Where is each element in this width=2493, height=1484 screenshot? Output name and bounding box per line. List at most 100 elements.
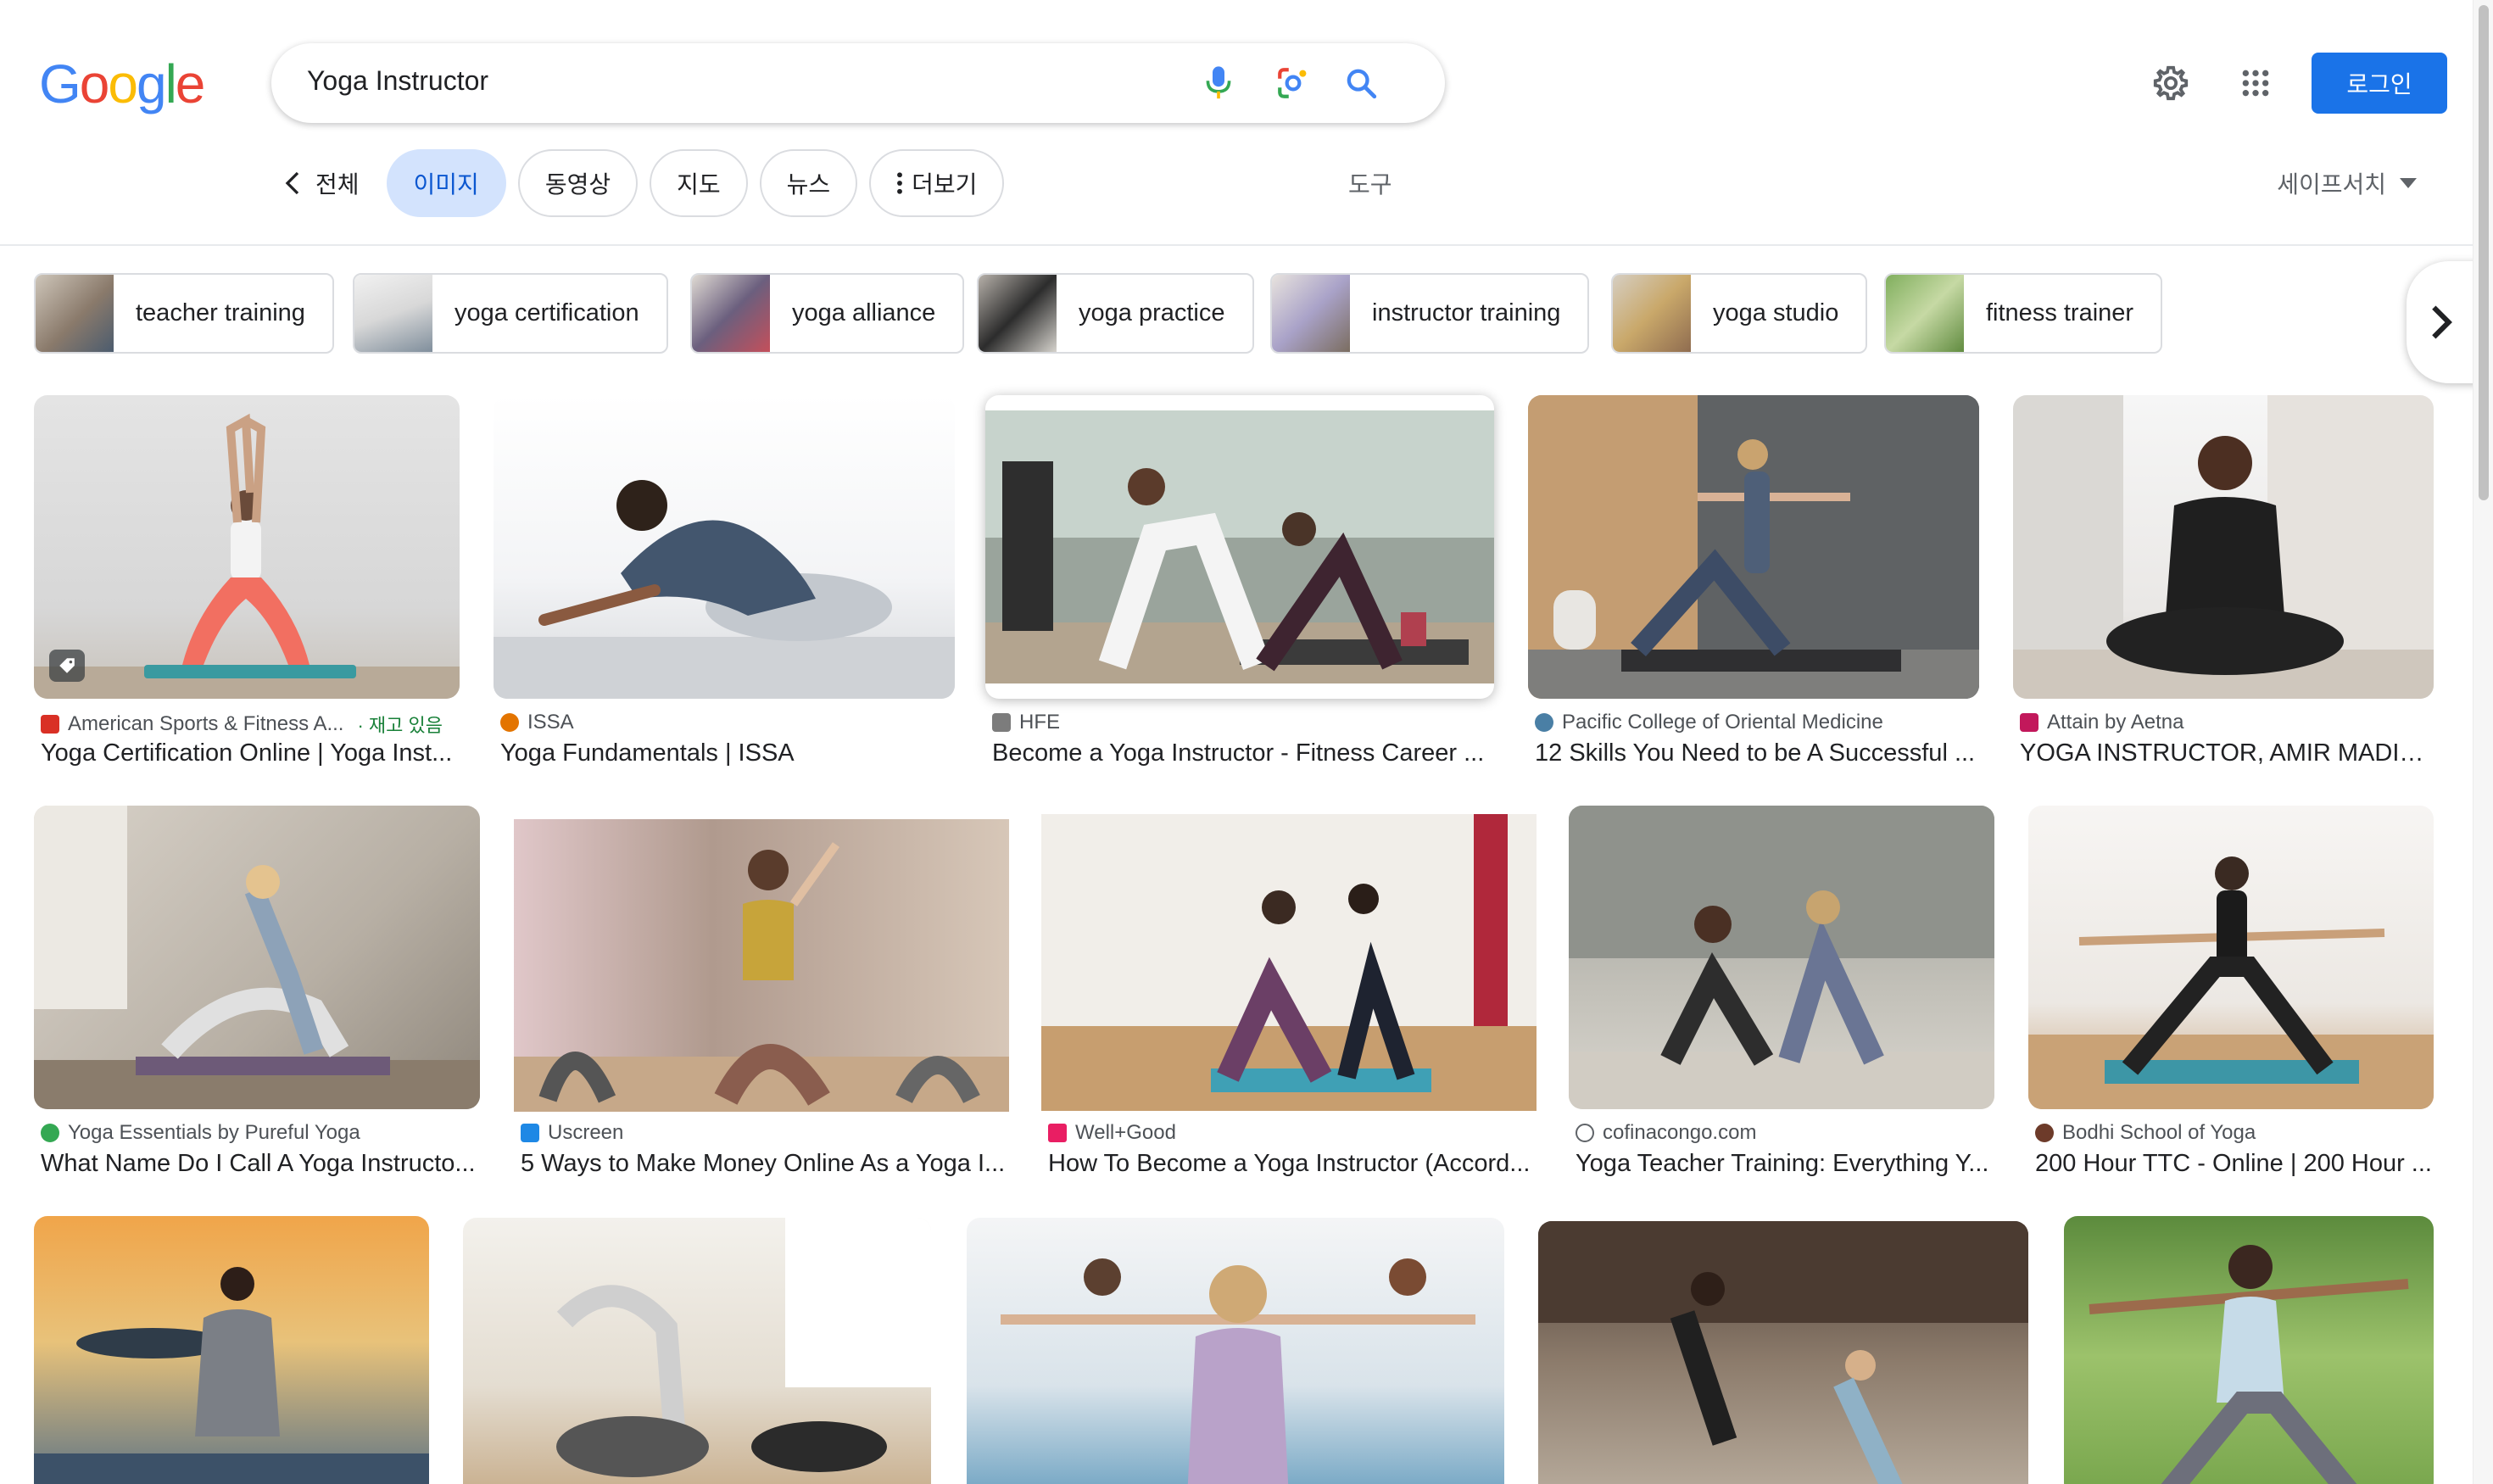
favicon-icon: [521, 1124, 539, 1142]
result-thumbnail[interactable]: [967, 1218, 1504, 1484]
result-title[interactable]: YOGA INSTRUCTOR, AMIR MADISO...: [2020, 739, 2435, 767]
result-source[interactable]: American Sports & Fitness A... · 재고 있음: [41, 711, 443, 738]
chip-fitness-trainer[interactable]: fitness trainer: [1884, 273, 2163, 354]
result-title[interactable]: Yoga Fundamentals | ISSA: [500, 739, 958, 767]
result-source[interactable]: ISSA: [500, 711, 574, 734]
scrollbar-thumb[interactable]: [2479, 5, 2489, 500]
result-thumbnail[interactable]: [1569, 806, 1994, 1109]
chip-instructor-training[interactable]: instructor training: [1270, 273, 1590, 354]
yoga-pose-illustration: [494, 480, 955, 699]
source-name: Bodhi School of Yoga: [2062, 1121, 2256, 1144]
chip-teacher-training[interactable]: teacher training: [34, 273, 334, 354]
tab-label: 더보기: [912, 171, 978, 198]
chip-thumbnail: [1613, 275, 1691, 352]
header-divider: [0, 244, 2473, 246]
tab-videos[interactable]: 동영상: [517, 149, 639, 217]
more-vert-icon: [897, 172, 903, 194]
result-thumbnail[interactable]: [2064, 1216, 2434, 1484]
source-name: Attain by Aetna: [2047, 711, 2184, 734]
search-input[interactable]: Yoga Instructor: [307, 65, 488, 97]
chip-thumbnail: [36, 275, 114, 352]
source-name: Pacific College of Oriental Medicine: [1562, 711, 1883, 734]
assisted-yoga-illustration: [34, 806, 480, 1109]
lens-icon[interactable]: [1272, 62, 1314, 104]
result-thumbnail[interactable]: [34, 1216, 429, 1484]
result-title[interactable]: Become a Yoga Instructor - Fitness Caree…: [992, 739, 1492, 767]
chip-label: yoga alliance: [792, 299, 936, 326]
favicon-icon: [41, 1124, 59, 1142]
chevron-right-icon: [2432, 305, 2452, 339]
mic-icon[interactable]: [1197, 62, 1240, 104]
result-thumbnail[interactable]: [985, 395, 1494, 699]
sunset-yoga-illustration: [34, 1267, 429, 1484]
result-thumbnail[interactable]: [34, 395, 460, 699]
source-name: Uscreen: [548, 1121, 624, 1144]
source-name: cofinacongo.com: [1603, 1121, 1757, 1144]
tab-maps[interactable]: 지도: [650, 149, 748, 217]
result-thumbnail[interactable]: [514, 819, 1009, 1112]
tab-images[interactable]: 이미지: [386, 149, 506, 217]
logo-letter: e: [175, 53, 206, 114]
apps-grid-icon[interactable]: [2230, 58, 2281, 109]
result-source[interactable]: Pacific College of Oriental Medicine: [1535, 711, 1883, 734]
result-title[interactable]: Yoga Teacher Training: Everything Y...: [1576, 1150, 1999, 1178]
studio-yoga-illustration: [1041, 814, 1537, 1111]
login-button[interactable]: 로그인: [2312, 53, 2447, 114]
result-source[interactable]: Uscreen: [521, 1121, 623, 1145]
chip-yoga-practice[interactable]: yoga practice: [977, 273, 1254, 354]
tab-all-back[interactable]: 전체: [271, 149, 375, 217]
result-thumbnail[interactable]: [2028, 806, 2434, 1109]
tab-more[interactable]: 더보기: [869, 149, 1005, 217]
google-logo[interactable]: Google: [39, 53, 206, 115]
chip-yoga-certification[interactable]: yoga certification: [353, 273, 668, 354]
child-pose-class-illustration: [556, 1218, 931, 1477]
tab-news[interactable]: 뉴스: [759, 149, 858, 217]
gear-icon[interactable]: [2145, 58, 2196, 109]
chip-thumbnail: [979, 275, 1057, 352]
result-thumbnail[interactable]: [1528, 395, 1979, 699]
result-source[interactable]: HFE: [992, 711, 1060, 734]
result-source[interactable]: Bodhi School of Yoga: [2035, 1121, 2256, 1145]
result-thumbnail[interactable]: [494, 395, 955, 699]
result-thumbnail[interactable]: [463, 1218, 931, 1484]
safesearch-dropdown[interactable]: 세이프서치: [2277, 166, 2417, 200]
favicon-icon: [992, 713, 1011, 732]
search-tabs: 전체 이미지 동영상 지도 뉴스 더보기: [271, 149, 1005, 217]
result-title[interactable]: What Name Do I Call A Yoga Instructo...: [41, 1150, 485, 1178]
logo-letter: o: [79, 53, 110, 114]
group-stretch-illustration: [1001, 1258, 1475, 1484]
result-title[interactable]: 5 Ways to Make Money Online As a Yoga I.…: [521, 1150, 1012, 1178]
chip-yoga-studio[interactable]: yoga studio: [1611, 273, 1868, 354]
search-icon[interactable]: [1340, 62, 1382, 104]
result-thumbnail[interactable]: [2013, 395, 2434, 699]
result-title[interactable]: Yoga Certification Online | Yoga Inst...: [41, 739, 465, 767]
result-source[interactable]: Yoga Essentials by Pureful Yoga: [41, 1121, 360, 1145]
chip-thumbnail: [692, 275, 770, 352]
safesearch-label: 세이프서치: [2277, 171, 2386, 198]
tab-label: 전체: [315, 171, 360, 198]
result-thumbnail[interactable]: [1538, 1221, 2028, 1484]
result-source[interactable]: Well+Good: [1048, 1121, 1176, 1145]
result-source[interactable]: cofinacongo.com: [1576, 1121, 1756, 1145]
chip-label: yoga practice: [1079, 299, 1225, 326]
logo-letter: g: [136, 53, 167, 114]
result-source[interactable]: Attain by Aetna: [2020, 711, 2183, 734]
chip-thumbnail: [354, 275, 432, 352]
source-name: HFE: [1019, 711, 1060, 734]
result-title[interactable]: 200 Hour TTC - Online | 200 Hour ...: [2035, 1150, 2439, 1178]
tools-button[interactable]: 도구: [1348, 166, 1392, 200]
favicon-icon: [2020, 713, 2038, 732]
chip-thumbnail: [1886, 275, 1964, 352]
favicon-icon: [500, 713, 519, 732]
chip-yoga-alliance[interactable]: yoga alliance: [690, 273, 965, 354]
logo-letter: G: [39, 53, 81, 114]
result-title[interactable]: 12 Skills You Need to be A Successful ..…: [1535, 739, 1984, 767]
warrior-pose-illustration: [2028, 856, 2434, 1109]
chip-label: teacher training: [136, 299, 305, 326]
result-title[interactable]: How To Become a Yoga Instructor (Accord.…: [1048, 1150, 1540, 1178]
result-thumbnail[interactable]: [34, 806, 480, 1109]
search-box[interactable]: Yoga Instructor: [271, 43, 1445, 123]
result-thumbnail[interactable]: [1041, 814, 1537, 1111]
source-name: ISSA: [527, 711, 574, 734]
page-scrollbar[interactable]: [2473, 0, 2493, 1484]
